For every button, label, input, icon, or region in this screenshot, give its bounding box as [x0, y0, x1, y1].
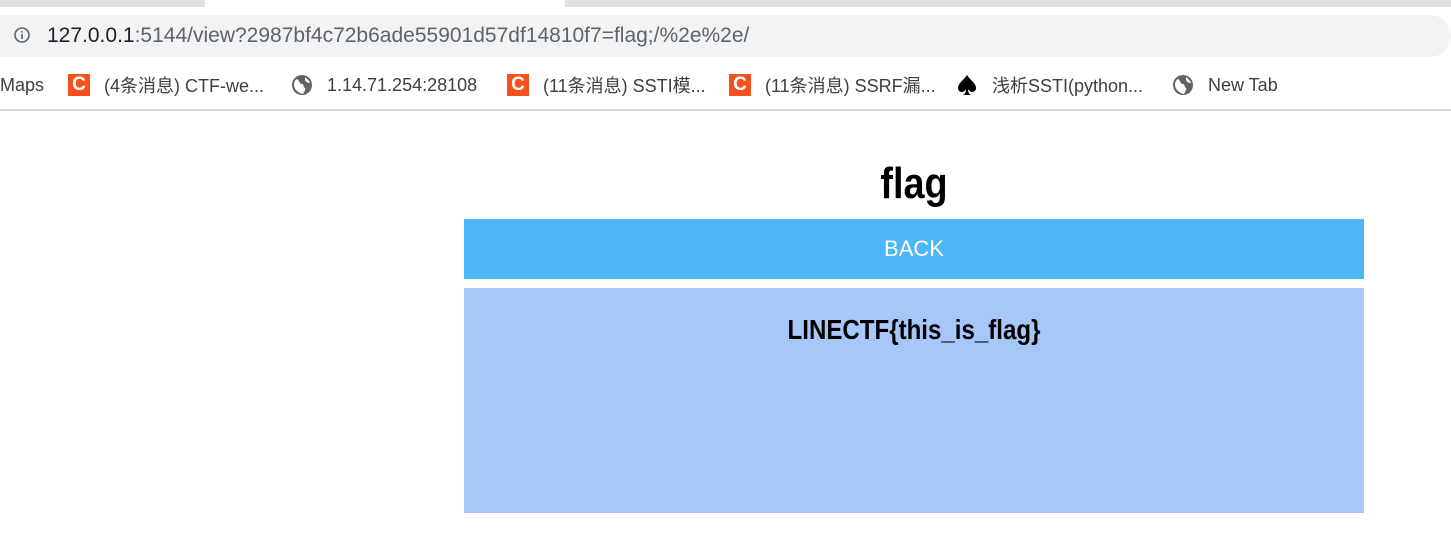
page-title: flag: [880, 159, 948, 208]
bookmarks-bar: Maps C (4条消息) CTF-we... 1.14.71.254:2810…: [0, 63, 1451, 111]
bookmark-new-tab[interactable]: New Tab: [1172, 72, 1278, 98]
bookmark-label: 1.14.71.254:28108: [327, 74, 478, 95]
bookmark-label: New Tab: [1208, 74, 1278, 95]
url-host: 127.0.0.1: [47, 24, 135, 47]
address-bar[interactable]: 127.0.0.1:5144/view?2987bf4c72b6ade55901…: [0, 15, 1451, 57]
info-circle-icon[interactable]: [14, 27, 30, 43]
bookmark-ssti-python[interactable]: 浅析SSTI(python...: [956, 72, 1143, 98]
bookmark-label: (4条消息) CTF-we...: [104, 76, 264, 96]
bookmark-label: 浅析SSTI(python...: [992, 76, 1144, 96]
flag-content-box: LINECTF{this_is_flag}: [464, 288, 1364, 513]
globe-icon: [292, 75, 312, 95]
url-path: :5144/view?2987bf4c72b6ade55901d57df1481…: [134, 24, 750, 47]
bookmark-ssrf[interactable]: C (11条消息) SSRF漏...: [729, 72, 936, 98]
bookmark-label: (11条消息) SSRF漏...: [765, 76, 936, 96]
csdn-icon: C: [507, 74, 529, 96]
active-tab[interactable]: [205, 0, 565, 7]
bookmark-label: Maps: [0, 74, 45, 95]
csdn-icon: C: [729, 74, 751, 96]
csdn-icon: C: [68, 74, 90, 96]
spade-icon: [958, 75, 976, 95]
tab-strip: [0, 0, 1451, 7]
url-text[interactable]: 127.0.0.1:5144/view?2987bf4c72b6ade55901…: [47, 24, 749, 48]
bookmark-maps[interactable]: Maps: [0, 72, 44, 98]
browser-toolbar: 127.0.0.1:5144/view?2987bf4c72b6ade55901…: [0, 7, 1451, 63]
bookmark-ip[interactable]: 1.14.71.254:28108: [291, 72, 477, 98]
globe-icon: [1173, 75, 1193, 95]
bookmark-label: (11条消息) SSTI模...: [543, 76, 706, 96]
bookmark-ssti[interactable]: C (11条消息) SSTI模...: [507, 72, 706, 98]
bookmark-ctf-web[interactable]: C (4条消息) CTF-we...: [68, 72, 264, 98]
back-button[interactable]: BACK: [464, 219, 1364, 279]
flag-text: LINECTF{this_is_flag}: [787, 314, 1041, 345]
